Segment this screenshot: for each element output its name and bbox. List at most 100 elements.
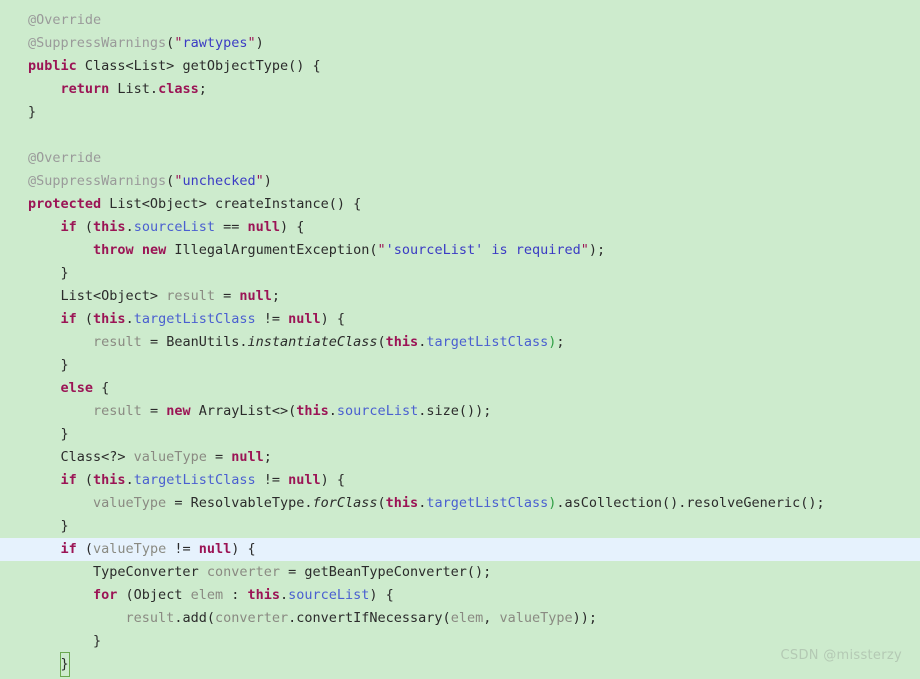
code-text: ( (76, 311, 94, 327)
closing-brace: } (28, 265, 69, 281)
code-line-current[interactable]: if (valueType != null) { (0, 538, 920, 561)
matching-brace-highlight: } (59, 652, 70, 677)
code-text: .convertIfNecessary( (288, 610, 451, 626)
code-line[interactable]: } (0, 101, 920, 124)
keyword-if: if (60, 541, 77, 557)
code-text: .asCollection().resolveGeneric(); (556, 495, 825, 511)
code-line[interactable]: if (this.targetListClass != null) { (0, 308, 920, 331)
quote: " (377, 242, 386, 258)
code-line[interactable]: List<Object> result = null; (0, 285, 920, 308)
annotation-override: @Override (28, 12, 102, 28)
keyword-if: if (60, 219, 77, 235)
punctuation: ; (198, 81, 207, 97)
code-text: ) { (369, 587, 394, 603)
code-line[interactable]: result.add(converter.convertIfNecessary(… (0, 607, 920, 630)
code-line[interactable]: throw new IllegalArgumentException("'sou… (0, 239, 920, 262)
code-line[interactable]: TypeConverter converter = getBeanTypeCon… (0, 561, 920, 584)
code-line[interactable]: Class<?> valueType = null; (0, 446, 920, 469)
code-line[interactable]: valueType = ResolvableType.forClass(this… (0, 492, 920, 515)
keyword-null: null (239, 288, 272, 304)
keyword-return: return (60, 81, 110, 97)
local-var-converter: converter (206, 564, 280, 580)
keyword-public: public (28, 58, 77, 74)
keyword-this: this (93, 311, 126, 327)
string-literal-sourcelist-required: 'sourceList' is required (385, 242, 581, 258)
code-line[interactable]: } (0, 423, 920, 446)
code-line[interactable]: return List.class; (0, 78, 920, 101)
code-text: .add( (174, 610, 215, 626)
local-var-result: result (166, 288, 215, 304)
code-line[interactable]: for (Object elem : this.sourceList) { (0, 584, 920, 607)
keyword-this: this (296, 403, 329, 419)
code-line[interactable]: if (this.sourceList == null) { (0, 216, 920, 239)
code-line[interactable]: @SuppressWarnings("unchecked") (0, 170, 920, 193)
field-targetlistclass: targetListClass (426, 495, 549, 511)
quote: " (580, 242, 589, 258)
keyword-for: for (93, 587, 118, 603)
code-line[interactable]: @Override (0, 147, 920, 170)
code-text: ArrayList<>( (190, 403, 297, 419)
code-text: = (214, 288, 240, 304)
local-var-valuetype: valueType (133, 449, 207, 465)
code-line-blank[interactable] (0, 124, 920, 147)
string-literal-unchecked: unchecked (182, 173, 256, 189)
punctuation: ; (271, 288, 281, 304)
code-line[interactable]: } (0, 262, 920, 285)
code-line[interactable]: @Override (0, 9, 920, 32)
code-line[interactable]: } (0, 354, 920, 377)
static-method-forclass: forClass (312, 495, 378, 511)
local-var-result: result (125, 610, 175, 626)
code-text: List<Object> createInstance() { (101, 196, 362, 212)
code-text: = BeanUtils. (141, 334, 248, 350)
punctuation: . (125, 219, 134, 235)
code-block[interactable]: @Override @SuppressWarnings("rawtypes") … (0, 9, 920, 679)
code-text: Class<?> (60, 449, 134, 465)
keyword-this: this (385, 495, 419, 511)
annotation-suppresswarnings: @SuppressWarnings (28, 35, 167, 51)
keyword-null: null (288, 311, 321, 327)
code-text: == (214, 219, 248, 235)
keyword-null: null (231, 449, 264, 465)
keyword-if: if (60, 472, 77, 488)
keyword-if: if (60, 311, 77, 327)
local-var-elem: elem (450, 610, 484, 626)
code-line[interactable]: @SuppressWarnings("rawtypes") (0, 32, 920, 55)
local-var-valuetype: valueType (499, 610, 573, 626)
code-text: Class<List> getObjectType() { (76, 58, 321, 74)
local-var-valuetype: valueType (93, 541, 167, 557)
code-text: : (223, 587, 248, 603)
punctuation: ; (556, 334, 565, 350)
code-text: ) { (320, 311, 346, 327)
code-line[interactable]: } (0, 515, 920, 538)
code-line[interactable]: public Class<List> getObjectType() { (0, 55, 920, 78)
code-text: IllegalArgumentException( (166, 242, 378, 258)
code-text: ( (76, 219, 94, 235)
punctuation: ( (377, 495, 386, 511)
local-var-result: result (93, 334, 142, 350)
code-line[interactable]: else { (0, 377, 920, 400)
code-text: = getBeanTypeConverter(); (279, 564, 492, 580)
keyword-this: this (247, 587, 280, 603)
keyword-new: new (166, 403, 191, 419)
code-line[interactable]: protected List<Object> createInstance() … (0, 193, 920, 216)
code-line[interactable]: result = BeanUtils.instantiateClass(this… (0, 331, 920, 354)
local-var-valuetype: valueType (93, 495, 167, 511)
code-line[interactable]: if (this.targetListClass != null) { (0, 469, 920, 492)
keyword-new: new (141, 242, 167, 258)
code-line[interactable]: result = new ArrayList<>(this.sourceList… (0, 400, 920, 423)
code-text: { (93, 380, 110, 396)
code-text: != (166, 541, 199, 557)
keyword-throw: throw (93, 242, 134, 258)
code-text: != (255, 311, 289, 327)
code-text: = ResolvableType. (166, 495, 313, 511)
code-text: )); (572, 610, 598, 626)
